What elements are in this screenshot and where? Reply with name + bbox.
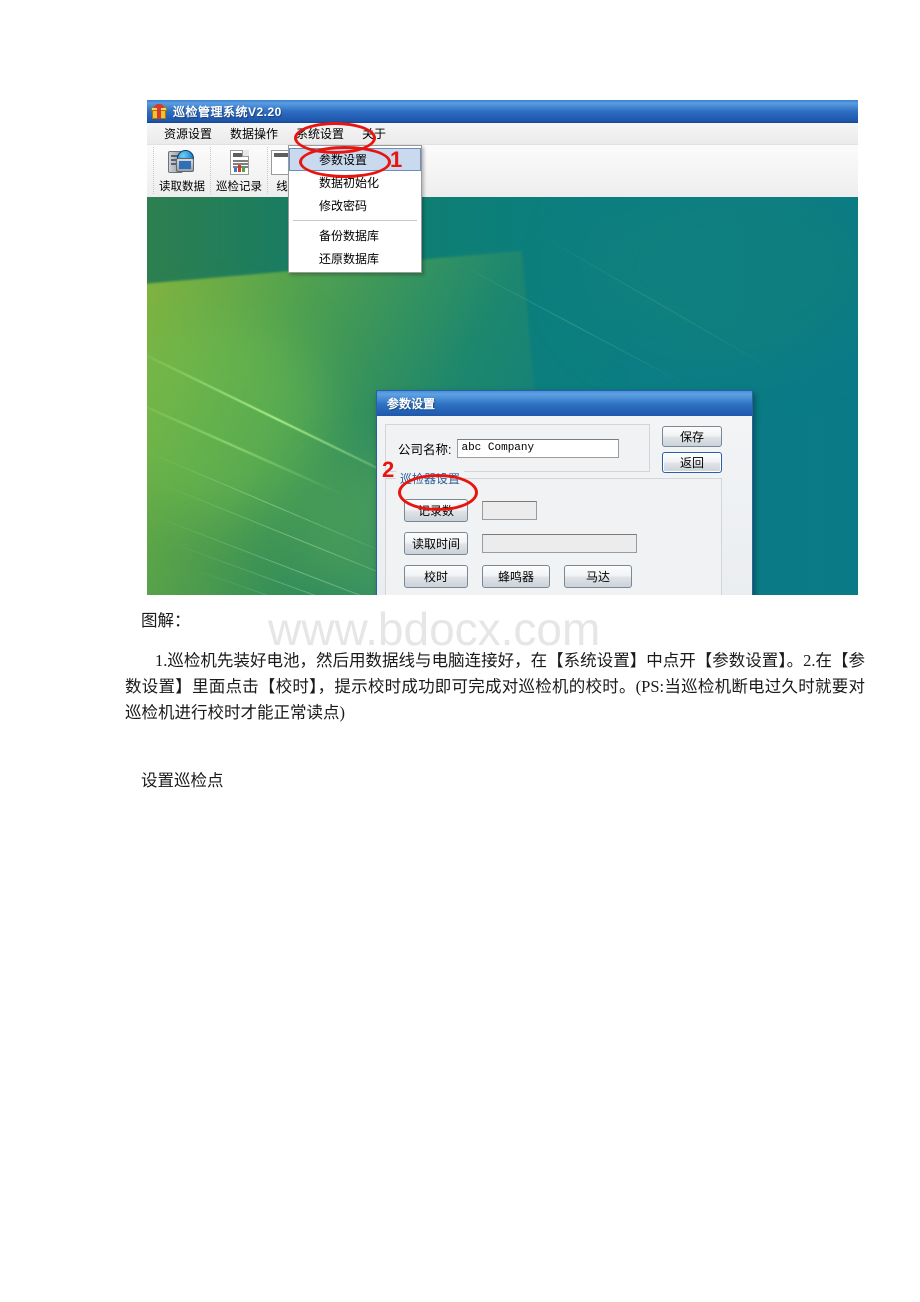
application-window: 巡检管理系统V2.20 资源设置 数据操作 系统设置 关于 读取数据 巡检记录 …	[147, 100, 858, 595]
toolbar: 读取数据 巡检记录 线	[147, 145, 858, 197]
back-button[interactable]: 返回	[662, 452, 722, 473]
window-title: 巡检管理系统V2.20	[173, 105, 282, 119]
dialog-titlebar: 参数设置	[377, 391, 752, 416]
toolbar-button-inspection-records[interactable]: 巡检记录	[210, 147, 267, 194]
instructions-paragraph: 1.巡检机先装好电池，然后用数据线与电脑连接好，在【系统设置】中点开【参数设置】…	[125, 651, 865, 722]
server-globe-icon	[167, 149, 197, 177]
system-settings-dropdown: 参数设置 数据初始化 修改密码 备份数据库 还原数据库	[288, 145, 422, 273]
menu-option-data-init[interactable]: 数据初始化	[289, 171, 421, 194]
gift-box-icon	[151, 103, 167, 120]
parameter-settings-dialog: 参数设置 公司名称: abc Company 保存 返回 巡检器设置 记录数 读…	[376, 390, 753, 595]
company-name-input[interactable]: abc Company	[457, 438, 620, 458]
mdi-client-area: 参数设置 公司名称: abc Company 保存 返回 巡检器设置 记录数 读…	[147, 197, 858, 595]
company-name-label: 公司名称:	[398, 442, 452, 457]
toolbar-label-read-data: 读取数据	[159, 181, 205, 193]
window-titlebar: 巡检管理系统V2.20	[147, 100, 858, 123]
save-button[interactable]: 保存	[662, 426, 722, 447]
record-count-button[interactable]: 记录数	[404, 499, 468, 522]
menu-bar: 资源设置 数据操作 系统设置 关于	[147, 123, 858, 145]
menu-option-parameter-settings[interactable]: 参数设置	[289, 148, 421, 171]
inspector-settings-group-title: 巡检器设置	[396, 470, 465, 487]
record-count-input[interactable]	[482, 501, 537, 520]
section-heading: 设置巡检点	[141, 771, 224, 790]
inspector-settings-group: 巡检器设置 记录数 读取时间 校时 蜂鸣器 马达	[385, 470, 722, 595]
menu-option-change-password[interactable]: 修改密码	[289, 194, 421, 217]
toolbar-label-inspection-records: 巡检记录	[216, 181, 262, 193]
screenshot-figure: 巡检管理系统V2.20 资源设置 数据操作 系统设置 关于 读取数据 巡检记录 …	[147, 100, 858, 595]
report-document-icon	[224, 149, 254, 177]
toolbar-button-read-data[interactable]: 读取数据	[153, 147, 210, 194]
caption-label: 图解：	[141, 611, 191, 630]
menu-separator	[293, 220, 417, 221]
menu-item-data-ops[interactable]: 数据操作	[221, 123, 287, 144]
document-page: www.bdocx.com 巡检管理系统V2.20 资源设置 数据操作 系统设置…	[0, 0, 920, 1302]
buzzer-button[interactable]: 蜂鸣器	[482, 565, 550, 588]
menu-option-restore-database[interactable]: 还原数据库	[289, 247, 421, 270]
menu-option-backup-database[interactable]: 备份数据库	[289, 224, 421, 247]
motor-button[interactable]: 马达	[564, 565, 632, 588]
company-panel: 公司名称: abc Company	[385, 424, 650, 472]
dialog-body: 公司名称: abc Company 保存 返回 巡检器设置 记录数 读取时间 校…	[377, 416, 752, 595]
wallpaper-glow-3	[577, 197, 858, 367]
read-time-input[interactable]	[482, 534, 637, 553]
menu-item-resources[interactable]: 资源设置	[155, 123, 221, 144]
toolbar-label-route: 线	[276, 181, 288, 193]
menu-item-about[interactable]: 关于	[353, 123, 395, 144]
dialog-title: 参数设置	[387, 397, 436, 411]
sync-time-button[interactable]: 校时	[404, 565, 468, 588]
menu-item-system-settings[interactable]: 系统设置	[287, 123, 353, 144]
read-time-button[interactable]: 读取时间	[404, 532, 468, 555]
